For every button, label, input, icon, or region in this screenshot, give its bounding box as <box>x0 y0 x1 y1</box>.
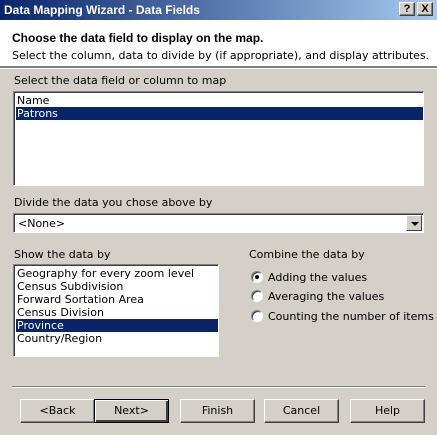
list-item[interactable]: Province <box>16 319 218 332</box>
title-bar: Data Mapping Wizard - Data Fields ? X <box>0 0 437 20</box>
list-item[interactable]: Census Division <box>16 306 218 319</box>
page-subheading: Select the column, data to divide by (if… <box>12 49 430 62</box>
divide-by-combo[interactable]: <None> <box>13 213 424 233</box>
radio-button[interactable] <box>251 290 263 302</box>
divide-by-value: <None> <box>18 217 66 230</box>
list-item[interactable]: Country/Region <box>16 332 218 345</box>
next-button[interactable]: Next> <box>94 399 169 423</box>
radio-selected-dot <box>255 275 259 279</box>
footer-divider <box>12 386 425 388</box>
radio-button[interactable] <box>251 271 263 283</box>
page-heading: Choose the data field to display on the … <box>12 31 264 45</box>
data-field-label: Select the data field or column to map <box>14 74 227 87</box>
wizard-header: Choose the data field to display on the … <box>0 20 437 67</box>
help-button[interactable]: Help <box>350 399 425 423</box>
help-title-button[interactable]: ? <box>399 2 415 16</box>
list-item[interactable]: Name <box>16 94 423 107</box>
radio-label[interactable]: Averaging the values <box>268 290 384 303</box>
header-divider <box>0 67 437 69</box>
cancel-button[interactable]: Cancel <box>264 399 339 423</box>
close-button[interactable]: X <box>417 2 433 16</box>
combine-by-label: Combine the data by <box>249 248 365 261</box>
chevron-down-icon <box>411 222 419 226</box>
list-item[interactable]: Forward Sortation Area <box>16 293 218 306</box>
list-item[interactable]: Geography for every zoom level <box>16 267 218 280</box>
divide-by-label: Divide the data you chose above by <box>14 196 213 209</box>
data-field-list[interactable]: Name Patrons <box>13 91 424 186</box>
dropdown-button[interactable] <box>406 215 422 231</box>
radio-label[interactable]: Counting the number of items <box>268 310 434 323</box>
radio-button[interactable] <box>251 310 263 322</box>
show-by-list[interactable]: Geography for every zoom level Census Su… <box>13 264 219 357</box>
finish-button[interactable]: Finish <box>180 399 255 423</box>
list-item[interactable]: Census Subdivision <box>16 280 218 293</box>
back-button[interactable]: <Back <box>20 399 95 423</box>
radio-label[interactable]: Adding the values <box>268 271 367 284</box>
list-item[interactable]: Patrons <box>16 107 423 120</box>
window-title: Data Mapping Wizard - Data Fields <box>4 3 200 17</box>
show-by-label: Show the data by <box>14 248 111 261</box>
